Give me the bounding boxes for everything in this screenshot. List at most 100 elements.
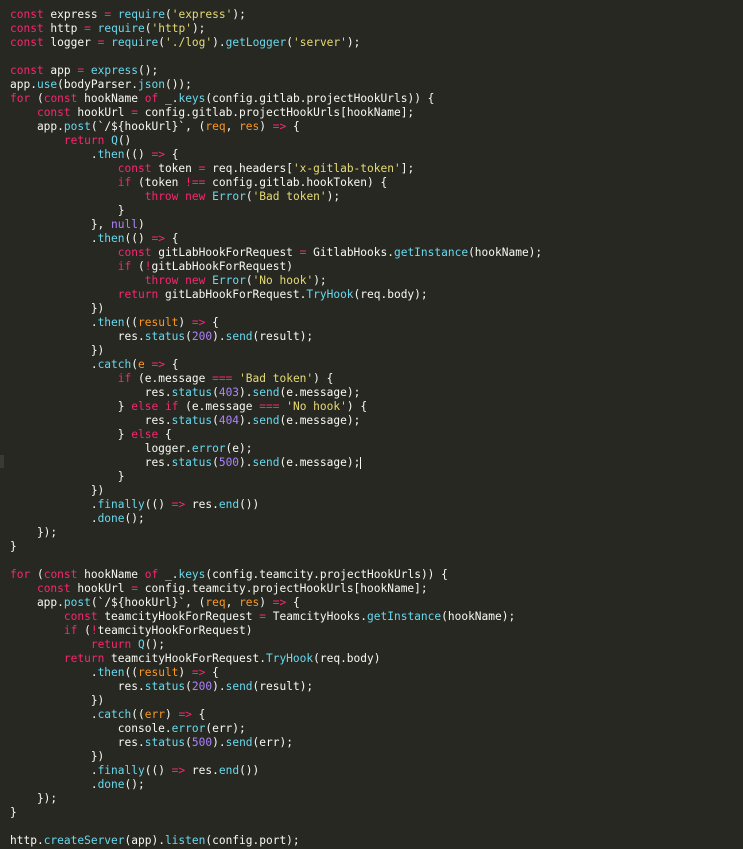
code-token: } [10, 470, 125, 483]
code-token: gitLabHookForRequest [151, 246, 300, 259]
code-token: }) [10, 344, 105, 357]
code-token: . [10, 708, 98, 721]
code-token: then [97, 666, 125, 679]
code-token: if [164, 400, 179, 413]
code-token: 'http' [151, 22, 192, 35]
code-token: const [43, 92, 78, 105]
code-line: .then(() => { [0, 232, 743, 246]
code-line: const app = express(); [0, 64, 743, 78]
code-line: return teamcityHookForRequest.TryHook(re… [0, 652, 743, 666]
code-token: => [151, 232, 165, 245]
code-line: for (const hookName of _.keys(config.git… [0, 92, 743, 106]
code-token: token [151, 162, 199, 175]
code-token: status [171, 456, 213, 469]
code-token: { [205, 666, 219, 679]
code-line: return gitLabHookForRequest.TryHook(req.… [0, 288, 743, 302]
code-token: const [43, 568, 78, 581]
code-token: config.gitlab.hookToken) { [205, 176, 388, 189]
code-token: = [259, 610, 266, 623]
code-token: const [36, 582, 71, 595]
gutter-marker [0, 455, 4, 468]
code-token: keys [178, 92, 206, 105]
code-token: { [191, 708, 206, 721]
code-token: . [10, 232, 98, 245]
code-token: result [138, 316, 179, 329]
code-line: return Q() [0, 134, 743, 148]
code-token: ( [245, 274, 253, 287]
code-token: ]; [400, 162, 415, 175]
code-token: => [272, 120, 287, 133]
code-token: => [151, 148, 165, 161]
code-token: TryHook [265, 652, 314, 665]
code-line: app.post(`/${hookUrl}`, (req, res) => { [0, 596, 743, 610]
code-token: req [205, 120, 226, 133]
code-token: send [225, 680, 253, 693]
code-token: 404 [218, 414, 240, 427]
code-token: getInstance [367, 610, 442, 623]
code-editor[interactable]: const express = require('express'); const… [0, 0, 743, 849]
code-token: const [10, 36, 44, 49]
code-area[interactable]: const express = require('express'); const… [0, 8, 743, 848]
code-token: teamcityHookForRequest [97, 610, 260, 623]
code-token: json [138, 78, 165, 91]
code-token: ); [313, 274, 327, 287]
code-token: (err); [252, 736, 293, 749]
code-token: = [131, 106, 139, 119]
code-token: , [225, 120, 240, 133]
code-token: ). [212, 330, 226, 343]
code-token: ). [239, 386, 253, 399]
code-token: ( [212, 386, 219, 399]
code-token: => [272, 596, 287, 609]
code-token: (err); [205, 722, 246, 735]
code-token: . [10, 764, 98, 777]
code-line: } [0, 204, 743, 218]
code-token: }) [10, 750, 105, 763]
code-line: .catch(e => { [0, 358, 743, 372]
code-token: use [36, 78, 58, 91]
code-token: app [43, 64, 78, 77]
code-line: } else { [0, 428, 743, 442]
code-token: 'express' [171, 8, 233, 21]
code-token: _. [158, 92, 179, 105]
code-token: => [171, 764, 186, 777]
code-token: { [158, 428, 172, 441]
code-token: (); [124, 778, 145, 791]
code-token: require [97, 22, 145, 35]
code-token: 200 [191, 680, 213, 693]
code-token: (config.gitlab.projectHookUrls)) { [205, 92, 435, 105]
code-line: .finally(() => res.end()) [0, 764, 743, 778]
code-token: http. [10, 834, 44, 847]
code-token: req.headers[ [205, 162, 293, 175]
code-token: const [117, 246, 152, 259]
code-token: } [10, 400, 132, 413]
code-token: 500 [191, 736, 213, 749]
code-token: res. [185, 498, 219, 511]
code-token: const [36, 106, 71, 119]
code-token: 'server' [293, 36, 347, 49]
code-token: ( [131, 260, 145, 273]
code-token: ( [164, 8, 172, 21]
code-token: finally [97, 764, 145, 777]
code-token: res. [10, 386, 172, 399]
code-token: (config.port); [205, 834, 300, 847]
code-token: req [205, 596, 226, 609]
code-token: getInstance [393, 246, 469, 259]
code-token: hookName [77, 568, 145, 581]
code-token: teamcityHookForRequest. [104, 652, 266, 665]
code-token: hookName [77, 92, 145, 105]
code-token: res. [10, 330, 145, 343]
code-line: res.status(500).send(err); [0, 736, 743, 750]
code-token: }) [10, 484, 105, 497]
code-token: ( [158, 36, 165, 49]
code-line: .then((result) => { [0, 666, 743, 680]
code-token: send [252, 456, 280, 469]
code-token: ). [212, 36, 226, 49]
